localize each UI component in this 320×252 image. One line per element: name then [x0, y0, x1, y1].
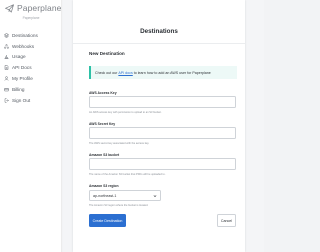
sidebar-item-sign-out[interactable]: Sign Out — [0, 95, 62, 106]
access-key-input[interactable] — [89, 96, 236, 108]
bucket-label: Amazon S3 bucket — [89, 153, 120, 157]
access-key-label: AWS Access Key — [89, 91, 117, 95]
logout-icon — [4, 98, 9, 103]
cancel-button[interactable]: Cancel — [217, 214, 236, 227]
bucket-input[interactable] — [89, 158, 236, 170]
section-title: New Destination — [89, 51, 125, 56]
notice-suffix: to learn how to add an AWS user for Pape… — [133, 70, 211, 75]
sidebar-item-destinations[interactable]: Destinations — [0, 30, 62, 41]
secret-key-label: AWS Secret Key — [89, 122, 116, 126]
sidebar: Paperplane Paperplane Destinations Webho… — [0, 0, 62, 252]
bucket-help: The name of the Amazon S3 bucket that PD… — [89, 173, 166, 176]
sidebar-item-label: Billing — [12, 86, 25, 92]
doc-icon — [4, 65, 9, 71]
region-help: The Amazon S3 region where the bucket is… — [89, 204, 149, 207]
sidebar-item-webhooks[interactable]: Webhooks — [0, 41, 62, 52]
sidebar-item-label: API Docs — [12, 65, 32, 71]
user-icon — [4, 76, 9, 81]
secret-key-help: The AWS secret key associated with the a… — [89, 142, 150, 145]
sidebar-item-label: Sign Out — [12, 97, 31, 103]
brand[interactable]: Paperplane — [5, 3, 61, 13]
sidebar-item-label: My Profile — [12, 76, 33, 82]
webhook-icon — [4, 43, 9, 49]
chevron-down-icon — [153, 194, 157, 197]
info-notice: Check out our API docs to learn how to a… — [89, 66, 237, 79]
region-select[interactable]: ap-northeast-1 — [89, 190, 161, 201]
sidebar-nav: Destinations Webhooks Usage API Docs My … — [0, 30, 62, 106]
sidebar-item-label: Webhooks — [12, 43, 35, 49]
notice-prefix: Check out our — [95, 70, 118, 75]
divider — [73, 43, 245, 44]
stack-icon — [4, 33, 9, 38]
region-label: Amazon S3 region — [89, 184, 119, 188]
sidebar-item-usage[interactable]: Usage — [0, 52, 62, 63]
page-title: Destinations — [140, 28, 178, 35]
sidebar-item-api-docs[interactable]: API Docs — [0, 62, 62, 73]
sidebar-item-label: Destinations — [12, 32, 38, 38]
brand-subtitle: Paperplane — [22, 16, 40, 20]
secret-key-input[interactable] — [89, 127, 236, 139]
paper-plane-icon — [5, 3, 14, 12]
region-value: ap-northeast-1 — [93, 193, 117, 198]
sidebar-item-my-profile[interactable]: My Profile — [0, 73, 62, 84]
access-key-help: An AWS access key with permission to upl… — [89, 111, 162, 114]
create-destination-button[interactable]: Create Destination — [89, 214, 126, 227]
sidebar-item-billing[interactable]: Billing — [0, 84, 62, 95]
chart-icon — [4, 55, 9, 60]
card-icon — [4, 87, 9, 92]
sidebar-item-label: Usage — [12, 54, 26, 60]
brand-name: Paperplane — [17, 3, 62, 13]
destination-panel: Destinations New Destination Check out o… — [73, 0, 245, 252]
api-docs-link[interactable]: API docs — [118, 71, 132, 75]
